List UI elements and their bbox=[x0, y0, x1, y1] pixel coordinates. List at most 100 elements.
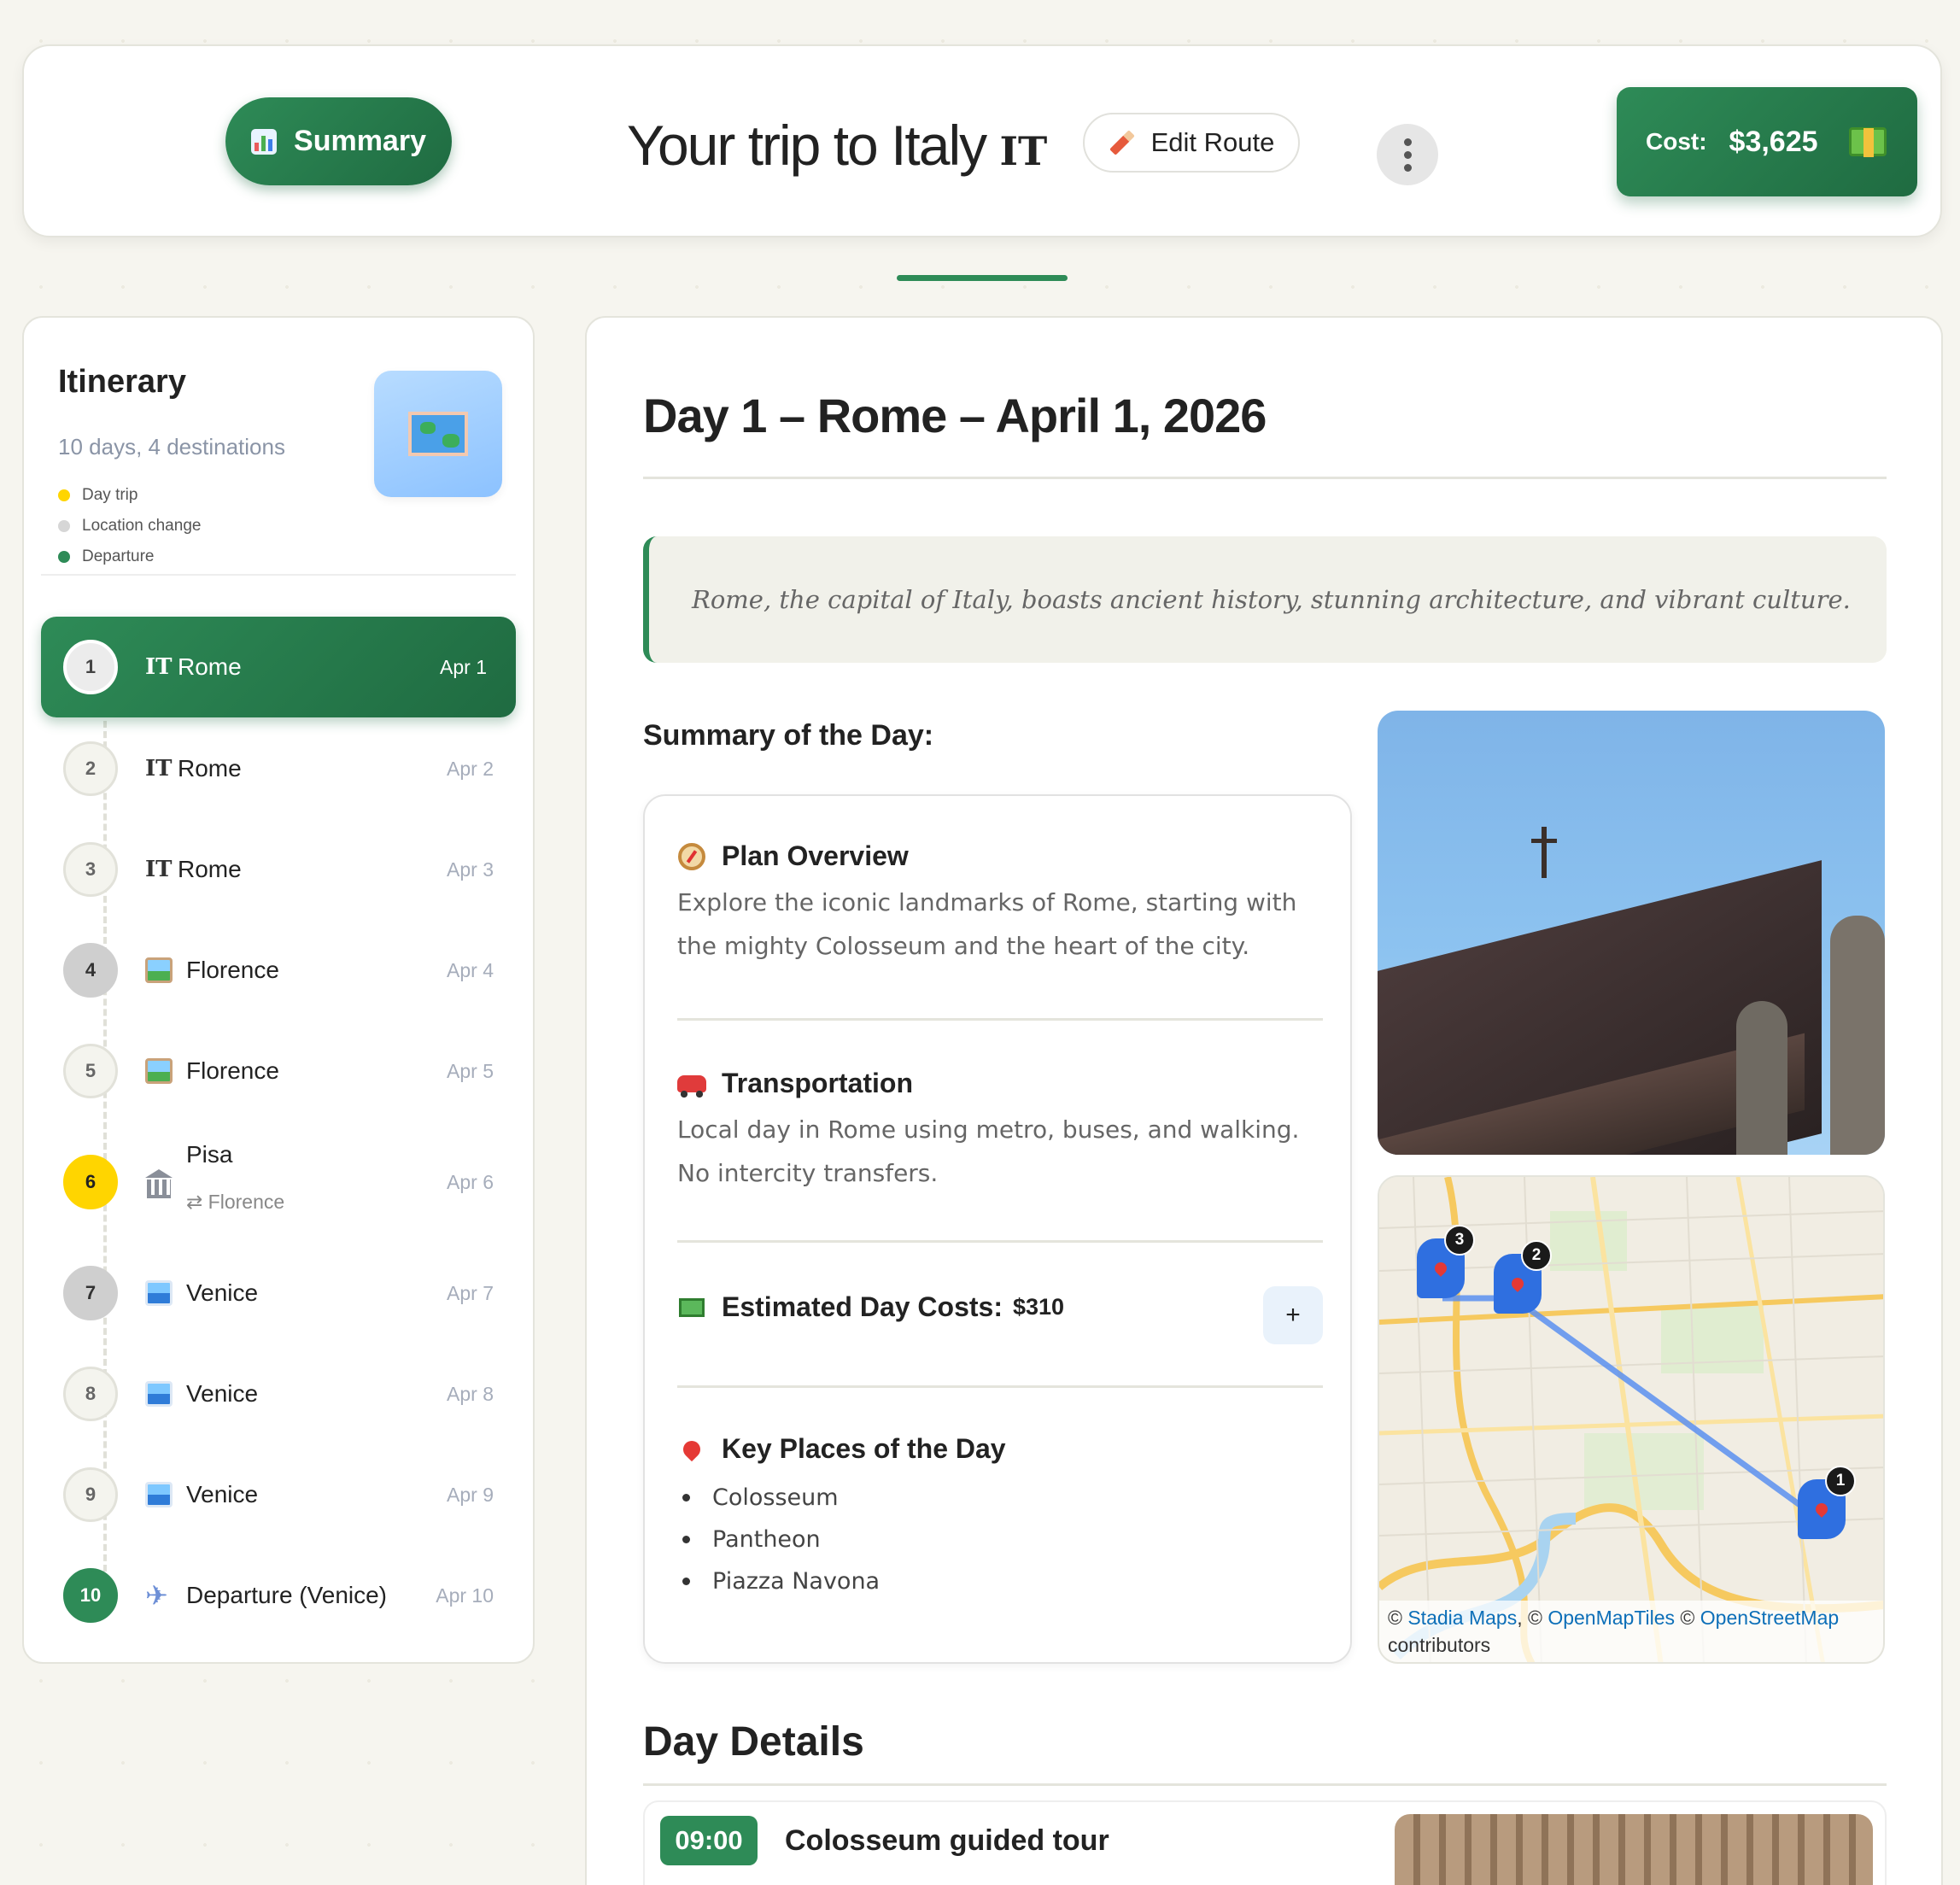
day-label: Rome bbox=[178, 856, 242, 882]
event-time-badge: 09:00 bbox=[660, 1816, 758, 1865]
key-places-heading: Key Places of the Day bbox=[677, 1433, 1323, 1465]
edit-route-label: Edit Route bbox=[1150, 127, 1275, 157]
transportation-text: Local day in Rome using metro, buses, an… bbox=[677, 1115, 1300, 1187]
day-number: 10 bbox=[63, 1568, 118, 1623]
key-places-section: Key Places of the Day Colosseum Pantheon… bbox=[677, 1433, 1323, 1602]
day-item-10[interactable]: 10 ✈ Departure (Venice) Apr 10 bbox=[41, 1546, 516, 1645]
cash-icon bbox=[677, 1293, 706, 1322]
country-code: IT bbox=[999, 128, 1048, 174]
day-date: Apr 9 bbox=[447, 1483, 494, 1506]
itinerary-subtitle: 10 days, 4 destinations bbox=[58, 434, 285, 460]
day-date: Apr 8 bbox=[447, 1382, 494, 1405]
dot-icon bbox=[58, 551, 70, 563]
trip-title-text: Your trip to Italy bbox=[627, 114, 987, 177]
legend-location-change: Location change bbox=[58, 511, 201, 541]
day-number: 5 bbox=[63, 1044, 118, 1098]
summary-card: Plan Overview Explore the iconic landmar… bbox=[643, 794, 1352, 1664]
marker-number: 3 bbox=[1444, 1225, 1475, 1256]
openstreetmap-link[interactable]: OpenStreetMap bbox=[1700, 1607, 1839, 1629]
day-item-3[interactable]: 3 IT Rome Apr 3 bbox=[41, 820, 516, 919]
day-route-map[interactable]: 3 2 1 © Stadia Maps, © OpenMapTiles © Op… bbox=[1378, 1175, 1885, 1664]
day-label: Rome bbox=[178, 653, 242, 680]
map-marker-1[interactable]: 1 bbox=[1798, 1466, 1856, 1539]
venice-icon bbox=[145, 1280, 173, 1306]
day-date: Apr 6 bbox=[447, 1170, 494, 1193]
day-costs-section: Estimated Day Costs: $310 + bbox=[677, 1286, 1323, 1344]
day-sub-label: ⇄ Florence bbox=[186, 1191, 285, 1213]
expand-costs-button[interactable]: + bbox=[1263, 1286, 1323, 1344]
section-divider bbox=[677, 1240, 1323, 1243]
legend-departure: Departure bbox=[58, 541, 201, 572]
day-item-2[interactable]: 2 IT Rome Apr 2 bbox=[41, 719, 516, 818]
itinerary-sidebar: Itinerary 10 days, 4 destinations Day tr… bbox=[22, 316, 535, 1664]
title-divider bbox=[643, 477, 1887, 479]
header-bar: Summary Your trip to Italy IT Edit Route… bbox=[22, 44, 1942, 237]
legend-day-trip: Day trip bbox=[58, 480, 201, 511]
rome-photo bbox=[1378, 711, 1885, 1155]
country-code-icon: IT bbox=[145, 654, 173, 680]
day-item-9[interactable]: 9 Venice Apr 9 bbox=[41, 1445, 516, 1544]
day-number: 6 bbox=[63, 1155, 118, 1209]
trip-cost-box: Cost: $3,625 bbox=[1617, 87, 1917, 196]
stadia-maps-link[interactable]: Stadia Maps bbox=[1407, 1607, 1517, 1629]
more-dot-icon bbox=[1403, 138, 1412, 146]
list-item: Pantheon bbox=[677, 1519, 1323, 1560]
day-number: 1 bbox=[63, 640, 118, 694]
day-number: 3 bbox=[63, 842, 118, 897]
plan-overview-text: Explore the iconic landmarks of Rome, st… bbox=[677, 888, 1297, 960]
map-marker-2[interactable]: 2 bbox=[1494, 1240, 1552, 1314]
bank-icon bbox=[145, 1169, 173, 1198]
day-date: Apr 1 bbox=[440, 655, 487, 678]
pin-icon bbox=[1509, 1275, 1526, 1292]
day-details-heading: Day Details bbox=[643, 1719, 864, 1765]
event-title: Colosseum guided tour bbox=[785, 1824, 1109, 1857]
day-date: Apr 3 bbox=[447, 858, 494, 881]
dot-icon bbox=[58, 520, 70, 532]
sidebar-divider bbox=[41, 574, 516, 576]
day-date: Apr 7 bbox=[447, 1281, 494, 1304]
more-options-button[interactable] bbox=[1377, 124, 1438, 185]
day-number: 9 bbox=[63, 1467, 118, 1522]
itinerary-title: Itinerary bbox=[58, 364, 186, 400]
trip-title: Your trip to Italy IT bbox=[627, 113, 1047, 178]
plane-icon: ✈ bbox=[145, 1579, 168, 1612]
day-item-7[interactable]: 7 Venice Apr 7 bbox=[41, 1244, 516, 1343]
section-divider bbox=[677, 1018, 1323, 1021]
section-divider bbox=[677, 1385, 1323, 1388]
day-item-1[interactable]: 1 IT Rome Apr 1 bbox=[41, 617, 516, 717]
list-item: Piazza Navona bbox=[677, 1560, 1323, 1602]
day-item-6[interactable]: 6 Pisa ⇄ Florence Apr 6 bbox=[41, 1133, 516, 1232]
car-icon bbox=[677, 1069, 706, 1098]
openmaptiles-link[interactable]: OpenMapTiles bbox=[1548, 1607, 1675, 1629]
country-code-icon: IT bbox=[145, 857, 173, 882]
day-number: 2 bbox=[63, 741, 118, 796]
day-date: Apr 4 bbox=[447, 958, 494, 981]
details-divider bbox=[643, 1783, 1887, 1786]
event-card[interactable]: 09:00 Colosseum guided tour bbox=[643, 1800, 1887, 1885]
venice-icon bbox=[145, 1482, 173, 1507]
cost-value: $3,625 bbox=[1729, 125, 1818, 158]
edit-route-button[interactable]: Edit Route bbox=[1083, 113, 1300, 173]
day-label: Pisa bbox=[186, 1141, 233, 1168]
cost-label: Cost: bbox=[1646, 128, 1707, 155]
list-item: Colosseum bbox=[677, 1477, 1323, 1519]
plan-overview-heading: Plan Overview bbox=[677, 840, 1323, 872]
day-item-8[interactable]: 8 Venice Apr 8 bbox=[41, 1344, 516, 1443]
more-dot-icon bbox=[1403, 150, 1412, 159]
day-label: Rome bbox=[178, 755, 242, 782]
summary-button[interactable]: Summary bbox=[225, 97, 452, 185]
pin-icon bbox=[1813, 1501, 1830, 1518]
transportation-heading: Transportation bbox=[677, 1068, 1323, 1099]
day-item-5[interactable]: 5 Florence Apr 5 bbox=[41, 1022, 516, 1121]
transportation-section: Transportation Local day in Rome using m… bbox=[677, 1068, 1323, 1195]
marker-number: 2 bbox=[1521, 1240, 1552, 1271]
header-divider bbox=[897, 275, 1068, 281]
pin-icon bbox=[1432, 1260, 1449, 1277]
map-marker-3[interactable]: 3 bbox=[1417, 1225, 1475, 1298]
country-code-icon: IT bbox=[145, 756, 173, 782]
legend: Day trip Location change Departure bbox=[58, 480, 201, 572]
day-date: Apr 5 bbox=[447, 1059, 494, 1082]
day-label: Venice bbox=[186, 1279, 259, 1306]
day-item-4[interactable]: 4 Florence Apr 4 bbox=[41, 921, 516, 1020]
money-icon bbox=[1848, 127, 1887, 157]
